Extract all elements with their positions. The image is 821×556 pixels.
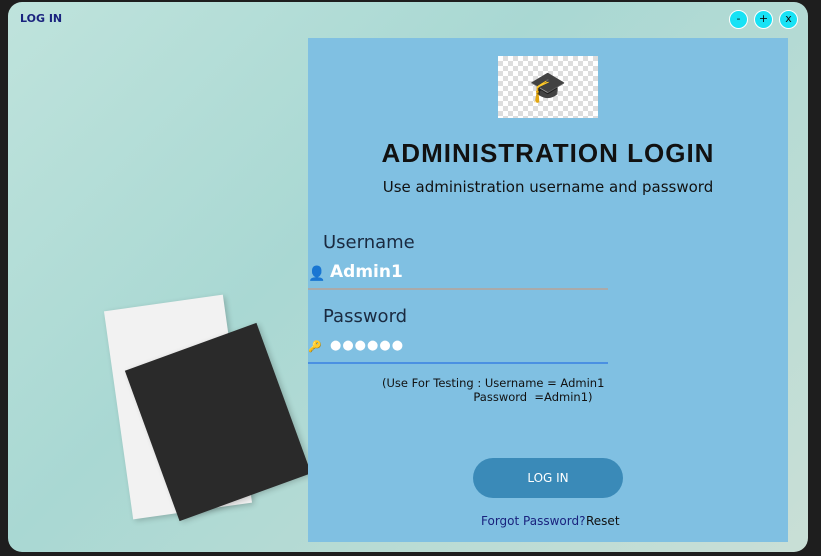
login-button[interactable]: LOG IN [473,458,623,498]
graduation-cap-logo-icon: 🎓 [498,56,598,118]
window-title: LOG IN [20,12,63,25]
hint-line-2: Password =Admin1) [382,390,593,404]
password-input[interactable]: ●●●●●● [330,338,404,353]
username-underline [308,288,608,290]
page-subtitle: Use administration username and password [382,178,714,196]
key-icon: 🔑 [308,340,322,353]
password-label: Password [323,306,408,327]
testing-hint: (Use For Testing : Username = Admin1 Pas… [382,376,604,404]
minimize-button[interactable]: - [729,10,748,29]
reset-link[interactable]: Reset [586,514,620,528]
password-underline [308,362,608,364]
forgot-password-link[interactable]: Forgot Password? [481,514,585,528]
hint-line-1: (Use For Testing : Username = Admin1 [382,376,605,390]
username-input[interactable]: Admin1 [330,262,403,282]
maximize-button[interactable]: + [754,10,773,29]
user-icon: 👤 [308,266,326,282]
login-panel: 🎓 ADMINISTRATION LOGIN Use administratio… [308,38,788,542]
page-title: ADMINISTRATION LOGIN [381,138,715,168]
close-button[interactable]: x [779,10,798,29]
username-label: Username [323,232,415,253]
login-window: LOG IN - + x 🎓 ADMINISTRATION LOGIN Use … [8,2,808,552]
